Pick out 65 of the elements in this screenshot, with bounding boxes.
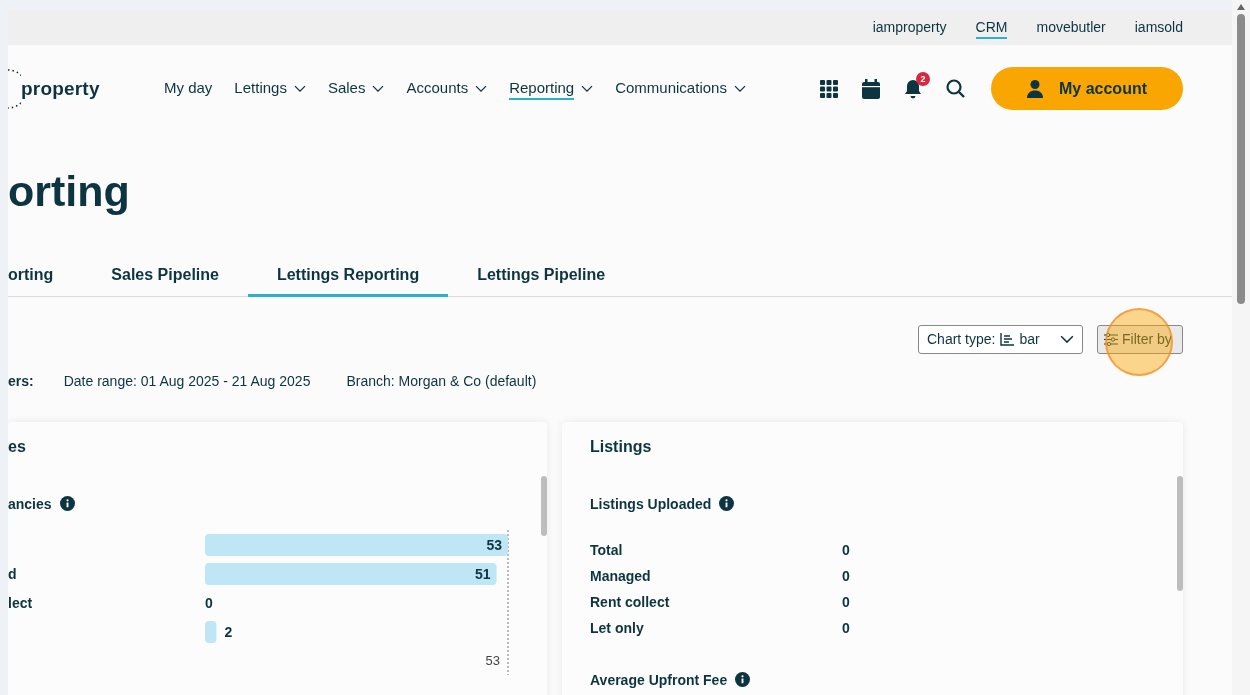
chart-type-select[interactable]: Chart type: bar xyxy=(918,324,1083,354)
notification-bell-icon[interactable] xyxy=(904,78,922,99)
row-label: Let only xyxy=(590,619,645,636)
chevron-down-icon xyxy=(293,84,306,93)
filter-button[interactable]: Filter by xyxy=(1097,324,1183,354)
page-title: orting xyxy=(8,166,131,217)
chevron-down-icon xyxy=(1060,334,1074,344)
tab[interactable]: Lettings Pipeline xyxy=(448,257,635,297)
card-title: es xyxy=(8,437,27,456)
value-label: 51 xyxy=(475,565,491,582)
nav-item[interactable]: Accounts xyxy=(406,77,488,100)
category-label: lect xyxy=(8,594,33,611)
scrollbar-thumb[interactable] xyxy=(1237,14,1245,304)
value-label: 2 xyxy=(224,623,233,640)
info-icon[interactable] xyxy=(719,496,735,512)
search-icon[interactable] xyxy=(946,79,965,98)
chevron-down-icon xyxy=(475,84,488,93)
bar xyxy=(205,620,217,643)
nav-item[interactable]: Sales xyxy=(327,77,385,100)
value-label: 0 xyxy=(205,594,213,611)
chevron-down-icon xyxy=(581,84,594,93)
chevron-down-icon xyxy=(733,84,746,93)
card-title: Listings xyxy=(590,437,653,456)
row-value: 0 xyxy=(842,593,851,610)
notification-count: 2 xyxy=(916,71,930,86)
filters-label: ers: xyxy=(8,372,34,389)
metric-title: Listings Uploaded xyxy=(590,495,712,512)
top-link[interactable]: iamproperty xyxy=(872,19,947,39)
metric-title: ancies xyxy=(8,495,52,512)
logo-icon xyxy=(8,68,21,109)
bar-chart-icon xyxy=(1000,332,1015,346)
tab[interactable]: Sales Pipeline xyxy=(82,257,248,297)
row-label: Total xyxy=(590,541,624,558)
scroll-up-icon[interactable] xyxy=(1237,4,1245,10)
row-value: 0 xyxy=(842,541,851,558)
metric-title: Average Upfront Fee xyxy=(590,671,728,688)
tab[interactable]: Lettings Reporting xyxy=(247,257,449,297)
nav-item[interactable]: Communications xyxy=(615,77,746,100)
top-link[interactable]: CRM xyxy=(975,19,1008,39)
apps-grid-icon[interactable] xyxy=(820,79,838,98)
filter-value: Branch: Morgan & Co (default) xyxy=(346,372,537,389)
top-link[interactable]: iamsold xyxy=(1134,19,1183,39)
calendar-icon[interactable] xyxy=(862,78,880,99)
top-link[interactable]: movebutler xyxy=(1036,19,1106,39)
logo-text[interactable]: property xyxy=(21,77,100,100)
card-scrollbar[interactable] xyxy=(1177,475,1183,591)
value-label: 53 xyxy=(486,536,502,553)
row-value: 0 xyxy=(842,567,851,584)
my-account-button[interactable]: My account xyxy=(991,67,1183,110)
row-label: Rent collect xyxy=(590,593,671,610)
info-icon[interactable] xyxy=(59,496,75,512)
nav-item[interactable]: Lettings xyxy=(234,77,306,100)
user-icon xyxy=(1027,79,1043,98)
axis-max-label: 53 xyxy=(485,652,500,668)
info-icon[interactable] xyxy=(735,672,751,688)
category-label: d xyxy=(8,565,17,582)
card-scrollbar[interactable] xyxy=(541,475,547,536)
tab[interactable]: orting xyxy=(8,257,83,297)
filter-value: Date range: 01 Aug 2025 - 21 Aug 2025 xyxy=(63,372,311,389)
chevron-down-icon xyxy=(372,84,385,93)
row-label: Managed xyxy=(590,567,652,584)
row-value: 0 xyxy=(842,619,851,636)
nav-item[interactable]: Reporting xyxy=(509,77,594,100)
sliders-icon xyxy=(1104,332,1118,346)
nav-item[interactable]: My day xyxy=(164,77,213,100)
